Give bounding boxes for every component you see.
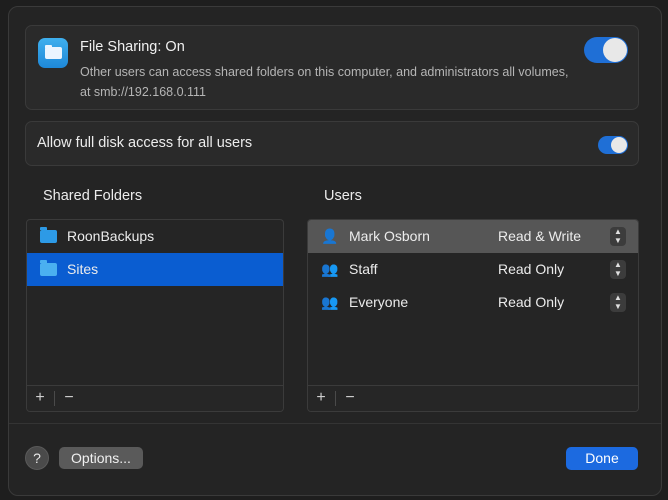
file-sharing-title: File Sharing: On <box>80 39 185 55</box>
file-sharing-toggle[interactable] <box>584 37 628 63</box>
add-user-button[interactable]: + <box>310 388 332 408</box>
toggle-knob <box>611 137 627 153</box>
remove-folder-button[interactable]: − <box>58 388 80 408</box>
group-icon: 👥 <box>321 261 339 277</box>
user-row-mark-osborn[interactable]: 👤 Mark Osborn Read & Write ▲ ▼ <box>308 220 638 253</box>
permission-stepper-icon[interactable]: ▲ ▼ <box>610 260 626 279</box>
user-row-everyone[interactable]: 👥 Everyone Read Only ▲ ▼ <box>308 286 638 319</box>
folder-icon <box>40 227 57 243</box>
done-button[interactable]: Done <box>566 447 638 470</box>
footer-divider <box>9 423 661 424</box>
disk-access-toggle[interactable] <box>598 136 628 154</box>
list-item-roonbackups[interactable]: RoonBackups <box>27 220 283 253</box>
users-heading: Users <box>324 188 362 204</box>
person-icon: 👤 <box>321 228 339 244</box>
toggle-knob <box>603 38 627 62</box>
folder-name: RoonBackups <box>67 228 155 244</box>
shared-folders-list: RoonBackups Sites + − <box>26 219 284 412</box>
folder-app-icon <box>38 38 68 68</box>
file-sharing-panel: File Sharing: On Other users can access … <box>25 25 639 110</box>
disk-access-label: Allow full disk access for all users <box>37 135 253 151</box>
disk-access-panel: Allow full disk access for all users <box>25 121 639 166</box>
everyone-icon: 👥 <box>321 294 339 310</box>
shared-folders-footer: + − <box>27 385 283 411</box>
remove-user-button[interactable]: − <box>339 388 361 408</box>
divider <box>54 391 55 406</box>
file-sharing-dialog: File Sharing: On Other users can access … <box>8 6 662 496</box>
shared-folders-heading: Shared Folders <box>43 188 143 204</box>
add-folder-button[interactable]: + <box>29 388 51 408</box>
permission-stepper-icon[interactable]: ▲ ▼ <box>610 227 626 246</box>
users-list: 👤 Mark Osborn Read & Write ▲ ▼ 👥 Staff Re… <box>307 219 639 412</box>
options-button[interactable]: Options... <box>59 447 143 469</box>
users-footer: + − <box>308 385 638 411</box>
divider <box>335 391 336 406</box>
user-name: Staff <box>349 261 378 277</box>
user-row-staff[interactable]: 👥 Staff Read Only ▲ ▼ <box>308 253 638 286</box>
help-button[interactable]: ? <box>25 446 49 470</box>
folder-icon <box>40 260 57 276</box>
permission-value[interactable]: Read Only <box>498 261 564 277</box>
permission-value[interactable]: Read & Write <box>498 228 581 244</box>
user-name: Mark Osborn <box>349 228 430 244</box>
permission-value[interactable]: Read Only <box>498 294 564 310</box>
folder-name: Sites <box>67 261 99 277</box>
user-name: Everyone <box>349 294 409 310</box>
permission-stepper-icon[interactable]: ▲ ▼ <box>610 293 626 312</box>
file-sharing-description: Other users can access shared folders on… <box>80 65 569 99</box>
list-item-sites[interactable]: Sites <box>27 253 283 286</box>
